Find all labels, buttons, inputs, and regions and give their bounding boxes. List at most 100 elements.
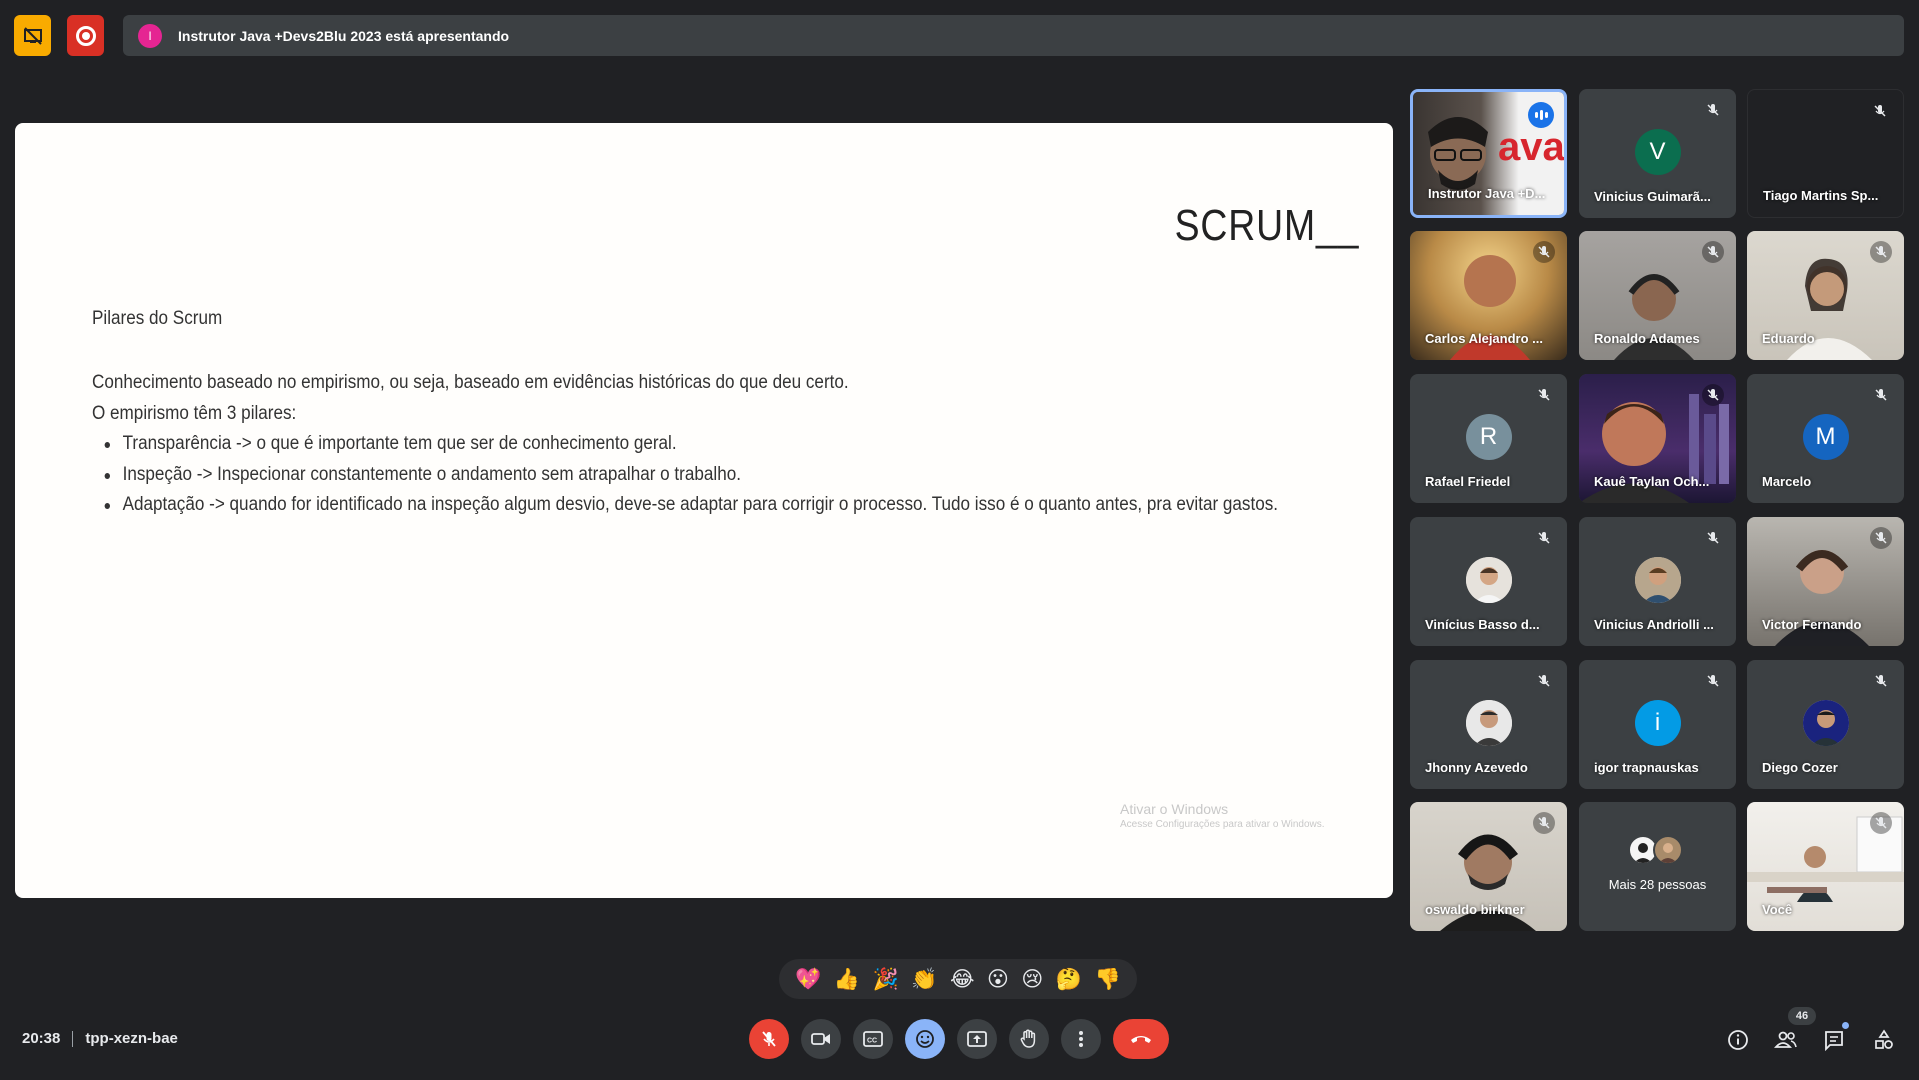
meeting-code: tpp-xezn-bae: [85, 1030, 178, 1047]
presenting-text: Instrutor Java +Devs2Blu 2023 está apres…: [178, 27, 510, 44]
participant-name: Vinicius Guimarã...: [1594, 189, 1711, 204]
emoji-reactions-button[interactable]: [905, 1019, 945, 1059]
participant-name: Rafael Friedel: [1425, 474, 1511, 489]
chat-notification-dot: [1842, 1022, 1849, 1029]
participant-name: Você: [1762, 902, 1793, 917]
presenter-avatar: I: [138, 23, 162, 48]
presentation-toggle-button[interactable]: [14, 15, 51, 56]
mic-off-icon: [1869, 100, 1891, 122]
participant-avatar: R: [1465, 414, 1512, 460]
participant-tile[interactable]: ava Instrutor Java +D...: [1410, 89, 1567, 218]
reaction-thinking[interactable]: 🤔: [1056, 967, 1082, 992]
participant-name: Kauê Taylan Och...: [1594, 474, 1710, 489]
participant-tile[interactable]: oswaldo birkner: [1410, 802, 1567, 931]
hang-up-icon: [1131, 1036, 1151, 1043]
mic-off-icon: [1533, 670, 1555, 692]
participant-name: Vinícius Basso d...: [1425, 617, 1540, 632]
participant-name: Victor Fernando: [1762, 617, 1862, 632]
mic-off-icon: [1533, 384, 1555, 406]
slide-bullet-list: Transparência -> o que é importante tem …: [92, 429, 1278, 521]
participant-tile[interactable]: M Marcelo: [1747, 374, 1904, 503]
slide-bullet: Transparência -> o que é importante tem …: [92, 429, 1278, 460]
participant-avatar: [1634, 557, 1681, 603]
mic-off-icon: [1702, 384, 1724, 406]
slide-line: Conhecimento baseado no empirismo, ou se…: [92, 372, 849, 393]
participant-tile[interactable]: R Rafael Friedel: [1410, 374, 1567, 503]
slide-bullet: Inspeção -> Inspecionar constantemente o…: [92, 460, 1278, 491]
mic-off-icon: [1870, 670, 1892, 692]
reaction-thumbs-up[interactable]: 👍: [834, 967, 860, 992]
participant-avatar: [1465, 557, 1512, 603]
mic-off-icon: [1870, 527, 1892, 549]
mic-off-icon: [1702, 241, 1724, 263]
reaction-surprised[interactable]: 😮: [987, 967, 1009, 991]
participant-name: igor trapnauskas: [1594, 760, 1699, 775]
participant-name: Tiago Martins Sp...: [1763, 188, 1879, 203]
reaction-party[interactable]: 🎉: [873, 967, 899, 992]
chat-button[interactable]: [1821, 1027, 1847, 1053]
presentation-slide: SCRUM__ Pilares do Scrum Conhecimento ba…: [15, 123, 1393, 898]
self-view-tile[interactable]: Você: [1747, 802, 1904, 931]
participant-tile[interactable]: Vinícius Basso d...: [1410, 517, 1567, 646]
mic-off-icon: [1533, 241, 1555, 263]
mic-off-icon: [1870, 812, 1892, 834]
participant-name: Carlos Alejandro ...: [1425, 331, 1543, 346]
participant-tile[interactable]: V Vinicius Guimarã...: [1579, 89, 1736, 218]
present-screen-button[interactable]: [957, 1019, 997, 1059]
watermark-title: Ativar o Windows: [1120, 801, 1229, 817]
participant-avatar: V: [1634, 129, 1681, 175]
meeting-info: 20:38 tpp-xezn-bae: [22, 1030, 178, 1047]
watermark-subtitle: Acesse Configurações para ativar o Windo…: [1120, 819, 1325, 830]
reaction-thumbs-down[interactable]: 👎: [1095, 967, 1121, 992]
reaction-sad[interactable]: 😢: [1021, 967, 1043, 991]
mic-off-icon: [1702, 99, 1724, 121]
participant-avatar: [1465, 700, 1512, 746]
more-participants-avatars: [1627, 835, 1683, 865]
participant-tile[interactable]: Victor Fernando: [1747, 517, 1904, 646]
participant-tile[interactable]: Vinicius Andriolli ...: [1579, 517, 1736, 646]
microphone-button[interactable]: [749, 1019, 789, 1059]
captions-icon: CC: [863, 1031, 883, 1047]
reaction-heart[interactable]: 💖: [795, 967, 821, 992]
meeting-time: 20:38: [22, 1030, 61, 1047]
participant-tile[interactable]: Jhonny Azevedo: [1410, 660, 1567, 789]
reaction-clap[interactable]: 👏: [911, 967, 937, 992]
presenting-banner: I Instrutor Java +Devs2Blu 2023 está apr…: [123, 15, 1904, 56]
recording-button[interactable]: [67, 15, 104, 56]
participant-tile[interactable]: Kauê Taylan Och...: [1579, 374, 1736, 503]
participant-name: Jhonny Azevedo: [1425, 760, 1528, 775]
more-participants-tile[interactable]: Mais 28 pessoas: [1579, 802, 1736, 931]
more-vert-icon: [1079, 1031, 1083, 1047]
mic-off-icon: [1533, 812, 1555, 834]
participant-tile[interactable]: Ronaldo Adames: [1579, 231, 1736, 360]
participant-count-badge: 46: [1788, 1007, 1816, 1025]
participant-tile[interactable]: Eduardo: [1747, 231, 1904, 360]
participant-avatar: [1802, 700, 1849, 746]
svg-text:CC: CC: [867, 1038, 877, 1045]
info-icon: [1728, 1030, 1748, 1050]
mic-off-icon: [1870, 241, 1892, 263]
camera-button[interactable]: [801, 1019, 841, 1059]
mic-off-icon: [1702, 670, 1724, 692]
more-options-button[interactable]: [1061, 1019, 1101, 1059]
reaction-laugh[interactable]: 😂: [950, 967, 975, 991]
slide-bullet: Adaptação -> quando for identificado na …: [92, 490, 1278, 521]
record-icon: [75, 25, 96, 46]
leave-call-button[interactable]: [1113, 1019, 1169, 1059]
participant-tile[interactable]: Diego Cozer: [1747, 660, 1904, 789]
participant-tile[interactable]: i igor trapnauskas: [1579, 660, 1736, 789]
participant-tile[interactable]: Carlos Alejandro ...: [1410, 231, 1567, 360]
raise-hand-button[interactable]: [1009, 1019, 1049, 1059]
participant-name: Eduardo: [1762, 331, 1815, 346]
hand-icon: [1020, 1029, 1036, 1048]
people-button[interactable]: [1773, 1027, 1799, 1053]
meeting-details-button[interactable]: [1725, 1027, 1751, 1053]
svg-text:ava: ava: [1498, 125, 1565, 169]
mic-off-icon: [1533, 527, 1555, 549]
activities-button[interactable]: [1871, 1027, 1897, 1053]
windows-activation-watermark: Ativar o Windows Acesse Configurações pa…: [1120, 801, 1325, 830]
slide-heading: Pilares do Scrum: [92, 308, 223, 329]
captions-button[interactable]: CC: [853, 1019, 893, 1059]
activities-icon: [1875, 1029, 1893, 1049]
participant-tile[interactable]: Tiago Martins Sp...: [1747, 89, 1904, 218]
